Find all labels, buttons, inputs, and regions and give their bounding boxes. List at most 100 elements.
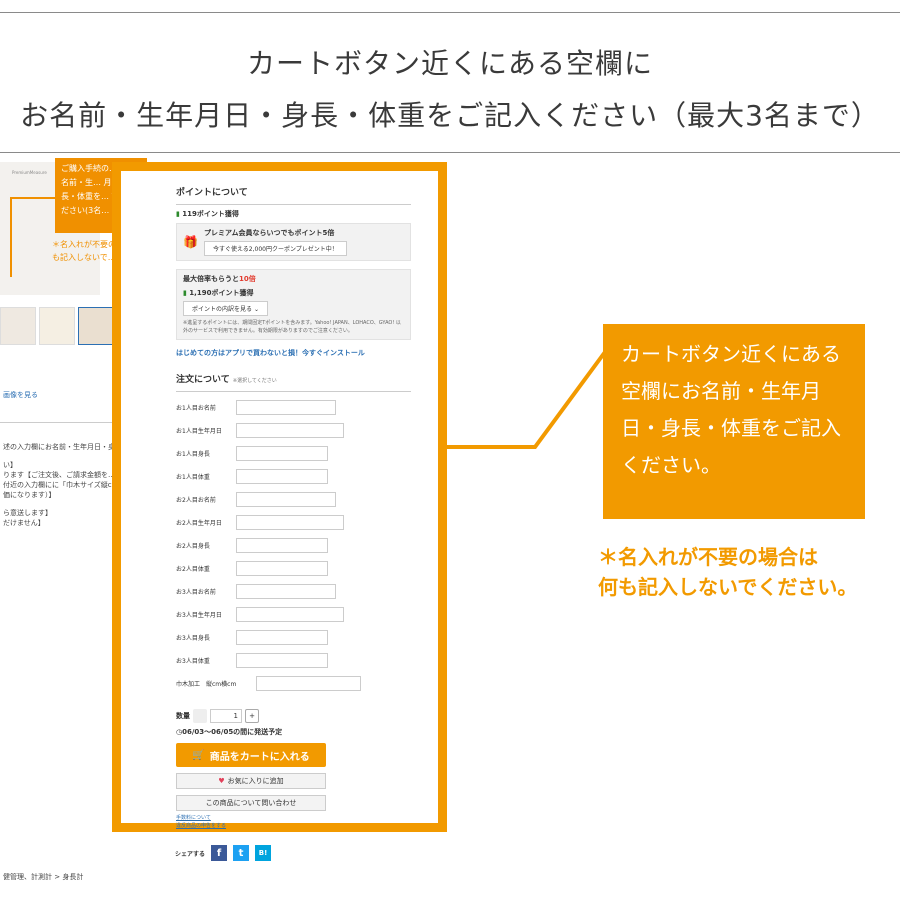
thumbnail[interactable] [39, 307, 75, 345]
field-row: お1人目体重 [176, 465, 411, 488]
field-row: お3人目生年月日 [176, 603, 411, 626]
divider [0, 422, 112, 423]
top-rule [0, 12, 900, 13]
height-input-3[interactable] [236, 630, 328, 645]
gift-icon: 🎁 [183, 235, 198, 249]
birthdate-input-1[interactable] [236, 423, 344, 438]
points-detail-label: ポイントの内訳を見る [192, 306, 253, 313]
twitter-share-button[interactable]: t [233, 845, 250, 861]
weight-input-2[interactable] [236, 561, 328, 576]
height-input-2[interactable] [236, 538, 328, 553]
field-row: お1人目お名前 [176, 396, 411, 419]
max-rate: 最大倍率もらうと10倍 [183, 274, 404, 284]
max-rate-box: 最大倍率もらうと10倍 ▮ 1,190ポイント獲得 ポイントの内訳を見る ⌄ ※… [176, 269, 411, 340]
view-images-link[interactable]: 画像を見る [3, 390, 38, 400]
no-name-warning: ＊名入れが不要の場合は 何も記入しないでください。 [598, 542, 857, 602]
quantity-input[interactable]: 1 [210, 709, 242, 723]
field-label: お2人目生年月日 [176, 520, 222, 527]
warning-line-1: ＊名入れが不要の場合は [598, 545, 818, 569]
field-label: お1人目身長 [176, 451, 210, 458]
product-image-tag: PremiumMeasure [12, 170, 47, 175]
max-points: ▮ 1,190ポイント獲得 [183, 288, 404, 298]
add-to-cart-label: 商品をカートに入れる [209, 751, 310, 763]
field-label: お1人目体重 [176, 474, 210, 481]
add-favorite-button[interactable]: ♥ お気に入りに追加 [176, 773, 326, 789]
fine-print: ※進呈するポイントには、期間固定Tポイントを含みます。Yahoo! JAPAN、… [183, 320, 401, 334]
ship-date-text: 06/03〜06/05の間に発送予定 [182, 728, 283, 736]
field-label: お1人目お名前 [176, 405, 216, 412]
add-favorite-label: お気に入りに追加 [227, 777, 284, 785]
field-row: お1人目身長 [176, 442, 411, 465]
name-entry-fields: お1人目お名前 お1人目生年月日 お1人目身長 お1人目体重 お2人目お名前 お… [176, 396, 411, 695]
field-row: お3人目身長 [176, 626, 411, 649]
baseboard-size-input[interactable] [256, 676, 361, 691]
cart-icon: 🛒 [192, 749, 205, 761]
field-label: お1人目生年月日 [176, 428, 222, 435]
points-icon: ▮ [176, 210, 180, 218]
warning-line-2: 何も記入しないでください。 [598, 575, 858, 599]
instruction-callout: カートボタン近くにある空欄にお名前・生年月日・身長・体重をご記入ください。 [603, 324, 865, 519]
points-earned-text: 119ポイント獲得 [182, 210, 239, 218]
birthdate-input-2[interactable] [236, 515, 344, 530]
field-label: お2人目お名前 [176, 497, 216, 504]
order-title-text: 注文について [176, 375, 230, 385]
birthdate-input-3[interactable] [236, 607, 344, 622]
points-title: ポイントについて [176, 185, 411, 205]
field-label: お2人目体重 [176, 566, 210, 573]
share-bar: シェアする f t B! [175, 845, 272, 861]
fee-link[interactable]: 手数料について [176, 814, 411, 821]
shop-screenshot: PremiumMeasure ご購入手続の… にお名前・生… 月日・ 身長・体重… [0, 152, 900, 900]
thumbnail[interactable] [78, 307, 114, 345]
weight-input-3[interactable] [236, 653, 328, 668]
field-row: お3人目お名前 [176, 580, 411, 603]
order-panel: ポイントについて ▮ 119ポイント獲得 🎁 プレミアム会員ならいつでもポイント… [176, 185, 411, 829]
quantity-plus-button[interactable]: + [245, 709, 259, 723]
points-icon: ▮ [183, 289, 187, 297]
breadcrumb[interactable]: 健管理、計測計 > 身長計 [3, 872, 83, 882]
headline-line-1: カートボタン近くにある空欄に [246, 47, 653, 80]
field-label: お3人目お名前 [176, 589, 216, 596]
field-row: お2人目生年月日 [176, 511, 411, 534]
field-label: お3人目生年月日 [176, 612, 222, 619]
coupon-button[interactable]: 今すぐ使える2,000円クーポンプレゼント中！ [203, 241, 347, 256]
heart-icon: ♥ [218, 777, 225, 785]
name-input-1[interactable] [236, 400, 336, 415]
add-to-cart-button[interactable]: 🛒 商品をカートに入れる [176, 743, 326, 767]
weight-input-1[interactable] [236, 469, 328, 484]
max-rate-prefix: 最大倍率もらうと [183, 275, 239, 283]
field-row: お2人目お名前 [176, 488, 411, 511]
field-row: お1人目生年月日 [176, 419, 411, 442]
field-label: お3人目体重 [176, 658, 210, 665]
report-link[interactable]: 違反商品の申告をする [176, 822, 411, 829]
name-input-3[interactable] [236, 584, 336, 599]
quantity-label: 数量 [176, 712, 190, 720]
field-row: 巾木加工 縦cm横cm [176, 672, 411, 695]
field-row: お2人目体重 [176, 557, 411, 580]
max-rate-value: 10倍 [239, 275, 256, 283]
max-points-text: 1,190ポイント獲得 [189, 289, 254, 297]
headline-line-2: お名前・生年月日・身長・体重をご記入ください（最大3名まで） [20, 99, 880, 132]
field-label: お3人目身長 [176, 635, 210, 642]
callout-connector [445, 350, 607, 449]
field-row: お3人目体重 [176, 649, 411, 672]
height-input-1[interactable] [236, 446, 328, 461]
facebook-share-button[interactable]: f [211, 845, 228, 861]
hatena-share-button[interactable]: B! [255, 845, 272, 861]
field-label: お2人目身長 [176, 543, 210, 550]
field-label: 巾木加工 縦cm横cm [176, 681, 237, 688]
premium-box: 🎁 プレミアム会員ならいつでもポイント5倍 今すぐ使える2,000円クーポンプレ… [176, 223, 411, 261]
ship-date: ◷06/03〜06/05の間に発送予定 [176, 727, 411, 737]
premium-line: プレミアム会員ならいつでもポイント5倍 [203, 229, 335, 237]
chevron-down-icon: ⌄ [253, 306, 259, 313]
order-title: 注文について ※選択してください [176, 372, 411, 392]
thumbnail[interactable] [0, 307, 36, 345]
quantity-stepper: 数量 1 + [176, 709, 411, 723]
order-panel-highlight: ポイントについて ▮ 119ポイント獲得 🎁 プレミアム会員ならいつでもポイント… [112, 162, 447, 832]
share-label: シェアする [175, 850, 206, 858]
inquiry-button[interactable]: この商品について問い合わせ [176, 795, 326, 811]
quantity-minus-button[interactable] [193, 709, 207, 723]
order-note: ※選択してください [232, 378, 277, 384]
app-install-link[interactable]: はじめての方はアプリで買わないと損！今すぐインストール [176, 348, 411, 358]
name-input-2[interactable] [236, 492, 336, 507]
points-detail-button[interactable]: ポイントの内訳を見る ⌄ [183, 301, 268, 316]
